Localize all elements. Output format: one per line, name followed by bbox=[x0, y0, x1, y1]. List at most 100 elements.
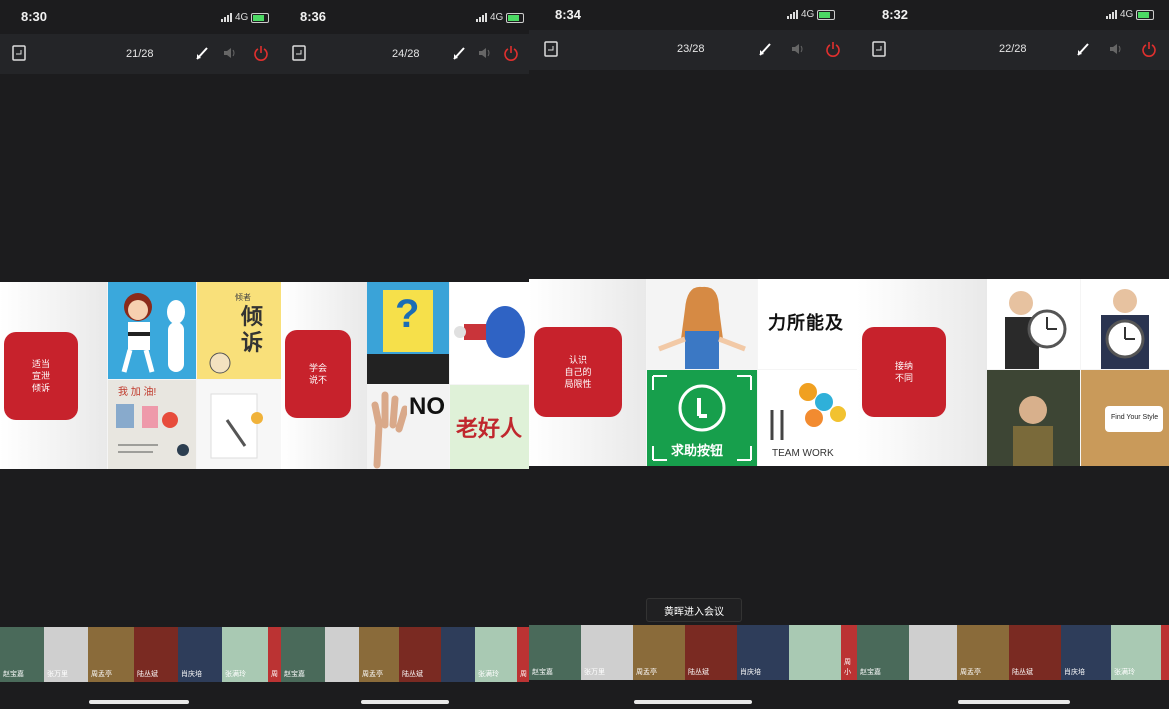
participant-strip[interactable]: 赵宝嘉 周孟亭 陆丛斌 张满玲 周 bbox=[281, 627, 529, 682]
slide-title-box: 学会 说不 bbox=[285, 330, 351, 418]
signal-indicator: 4G bbox=[476, 12, 525, 23]
clock: 8:34 bbox=[555, 7, 582, 22]
power-icon[interactable] bbox=[503, 45, 519, 61]
slide-title-box: 接纳 不同 bbox=[862, 327, 946, 417]
participant-thumb[interactable]: 陆丛斌 bbox=[399, 627, 441, 682]
meeting-toolbar: 23/28 bbox=[529, 30, 857, 70]
participant-thumb[interactable]: 肖庆培 bbox=[178, 627, 222, 682]
clock: 8:30 bbox=[21, 9, 48, 24]
participant-thumb[interactable]: 陆丛斌 bbox=[685, 625, 737, 680]
slide-title-box: 认识 自己的 局限性 bbox=[534, 327, 622, 417]
slide-title-box: 适当 宣泄 倾诉 bbox=[4, 332, 78, 420]
man-clock-image bbox=[987, 279, 1080, 369]
participant-thumb[interactable] bbox=[441, 627, 475, 682]
page-indicator: 23/28 bbox=[677, 43, 705, 55]
participant-thumb[interactable]: 赵宝嘉 bbox=[0, 627, 44, 682]
share-screen-icon[interactable] bbox=[872, 41, 886, 57]
annotate-pen-icon[interactable] bbox=[758, 41, 772, 57]
home-indicator bbox=[958, 700, 1070, 704]
status-bar: 8:30 4G bbox=[0, 0, 281, 34]
speaker-icon[interactable] bbox=[1108, 41, 1124, 57]
participant-thumb[interactable]: 赵宝嘉 bbox=[857, 625, 909, 680]
home-indicator bbox=[634, 700, 752, 704]
participant-strip[interactable]: 赵宝嘉 周孟亭 陆丛斌 肖庆培 张满玲 bbox=[857, 625, 1169, 680]
lisuo-image: 力所能及 bbox=[758, 279, 857, 369]
participant-thumb[interactable]: 周小 bbox=[841, 625, 857, 680]
speaker-icon[interactable] bbox=[477, 45, 493, 61]
participant-strip[interactable]: 赵宝嘉 张万里 周孟亭 陆丛斌 肖庆培 周小 bbox=[529, 625, 857, 680]
participant-thumb[interactable]: 周 bbox=[268, 627, 281, 682]
participant-thumb[interactable]: 周孟亭 bbox=[88, 627, 134, 682]
participant-thumb[interactable]: 周 bbox=[517, 627, 529, 682]
laohaoren-image: 老好人 bbox=[450, 385, 529, 469]
power-icon[interactable] bbox=[1141, 41, 1157, 57]
power-icon[interactable] bbox=[253, 45, 269, 61]
meeting-toolbar: 24/28 bbox=[281, 34, 529, 74]
home-indicator bbox=[361, 700, 449, 704]
shared-slide: 学会 说不 ? NO 老好人 bbox=[281, 282, 529, 469]
annotate-pen-icon[interactable] bbox=[1076, 41, 1090, 57]
participant-thumb[interactable] bbox=[1161, 625, 1169, 680]
meeting-panel-2: 8:36 4G 24/28 学会 说不 ? NO 老好人 赵宝嘉 周孟亭 陆丛斌… bbox=[281, 0, 529, 709]
page-indicator: 24/28 bbox=[392, 48, 420, 60]
speaker-icon[interactable] bbox=[790, 41, 806, 57]
status-bar: 8:36 4G bbox=[281, 0, 529, 34]
child-drawing-image: 我 加 油! bbox=[108, 380, 196, 469]
power-icon[interactable] bbox=[825, 41, 841, 57]
participant-thumb[interactable]: 张满玲 bbox=[222, 627, 268, 682]
join-notification-toast: 黄晖进入会议 bbox=[646, 598, 742, 622]
share-screen-icon[interactable] bbox=[292, 45, 306, 61]
participant-thumb[interactable]: 陆丛斌 bbox=[134, 627, 178, 682]
participant-thumb[interactable]: 肖庆培 bbox=[1061, 625, 1111, 680]
laohaoren-text: 老好人 bbox=[456, 416, 523, 441]
share-screen-icon[interactable] bbox=[12, 45, 26, 61]
participant-thumb[interactable]: 张万里 bbox=[44, 627, 88, 682]
qingsu-image: 倾者 倾诉 bbox=[197, 282, 281, 379]
meeting-panel-4: 8:32 4G 22/28 接纳 不同 Find Your Style 赵宝嘉 bbox=[857, 0, 1169, 709]
participant-thumb[interactable]: 周孟亭 bbox=[633, 625, 685, 680]
clock: 8:32 bbox=[882, 7, 909, 22]
participant-thumb[interactable]: 周孟亭 bbox=[359, 627, 399, 682]
lisuo-text: 力所能及 bbox=[768, 313, 844, 333]
participant-thumb[interactable] bbox=[325, 627, 359, 682]
teamwork-text: TEAM WORK bbox=[772, 448, 834, 459]
network-type: 4G bbox=[490, 12, 504, 23]
clock: 8:36 bbox=[300, 9, 327, 24]
share-screen-icon[interactable] bbox=[544, 41, 558, 57]
battery-icon bbox=[506, 12, 525, 23]
participant-thumb[interactable]: 肖庆培 bbox=[737, 625, 789, 680]
shared-slide: 适当 宣泄 倾诉 倾者 倾诉 我 加 油! bbox=[0, 282, 281, 469]
participant-thumb[interactable]: 张满玲 bbox=[475, 627, 517, 682]
status-bar: 8:32 4G bbox=[857, 0, 1169, 34]
woman-photo-image bbox=[987, 370, 1080, 466]
question-mark-text: ? bbox=[395, 292, 420, 336]
annotate-pen-icon[interactable] bbox=[195, 45, 209, 61]
signal-bars-icon bbox=[476, 13, 487, 22]
speaker-icon[interactable] bbox=[222, 45, 238, 61]
annotate-pen-icon[interactable] bbox=[452, 45, 466, 61]
participant-thumb[interactable] bbox=[789, 625, 841, 680]
participant-thumb[interactable]: 赵宝嘉 bbox=[529, 625, 581, 680]
network-type: 4G bbox=[801, 9, 815, 20]
boxing-glove-image bbox=[450, 282, 529, 384]
teamwork-image: TEAM WORK bbox=[758, 370, 857, 466]
help-button-image: 求助按钮 bbox=[647, 370, 757, 466]
participant-strip[interactable]: 赵宝嘉 张万里 周孟亭 陆丛斌 肖庆培 张满玲 周 bbox=[0, 627, 281, 682]
participant-thumb[interactable]: 张万里 bbox=[581, 625, 633, 680]
participant-thumb[interactable]: 张满玲 bbox=[1111, 625, 1161, 680]
network-type: 4G bbox=[235, 12, 249, 23]
signal-indicator: 4G bbox=[221, 12, 270, 23]
participant-thumb[interactable]: 周孟亭 bbox=[957, 625, 1009, 680]
drawing-caption: 我 加 油! bbox=[118, 387, 157, 398]
participant-thumb[interactable] bbox=[909, 625, 957, 680]
hand-no-image: NO bbox=[367, 385, 449, 469]
home-indicator bbox=[89, 700, 189, 704]
signal-bars-icon bbox=[787, 10, 798, 19]
meeting-toolbar: 21/28 bbox=[0, 34, 281, 74]
signal-bars-icon bbox=[1106, 10, 1117, 19]
participant-thumb[interactable]: 赵宝嘉 bbox=[281, 627, 325, 682]
participant-thumb[interactable]: 陆丛斌 bbox=[1009, 625, 1061, 680]
man-clock-image-2 bbox=[1081, 279, 1169, 369]
qingsu-text: 倾诉 bbox=[241, 304, 264, 355]
shared-slide: 接纳 不同 Find Your Style bbox=[857, 279, 1169, 466]
